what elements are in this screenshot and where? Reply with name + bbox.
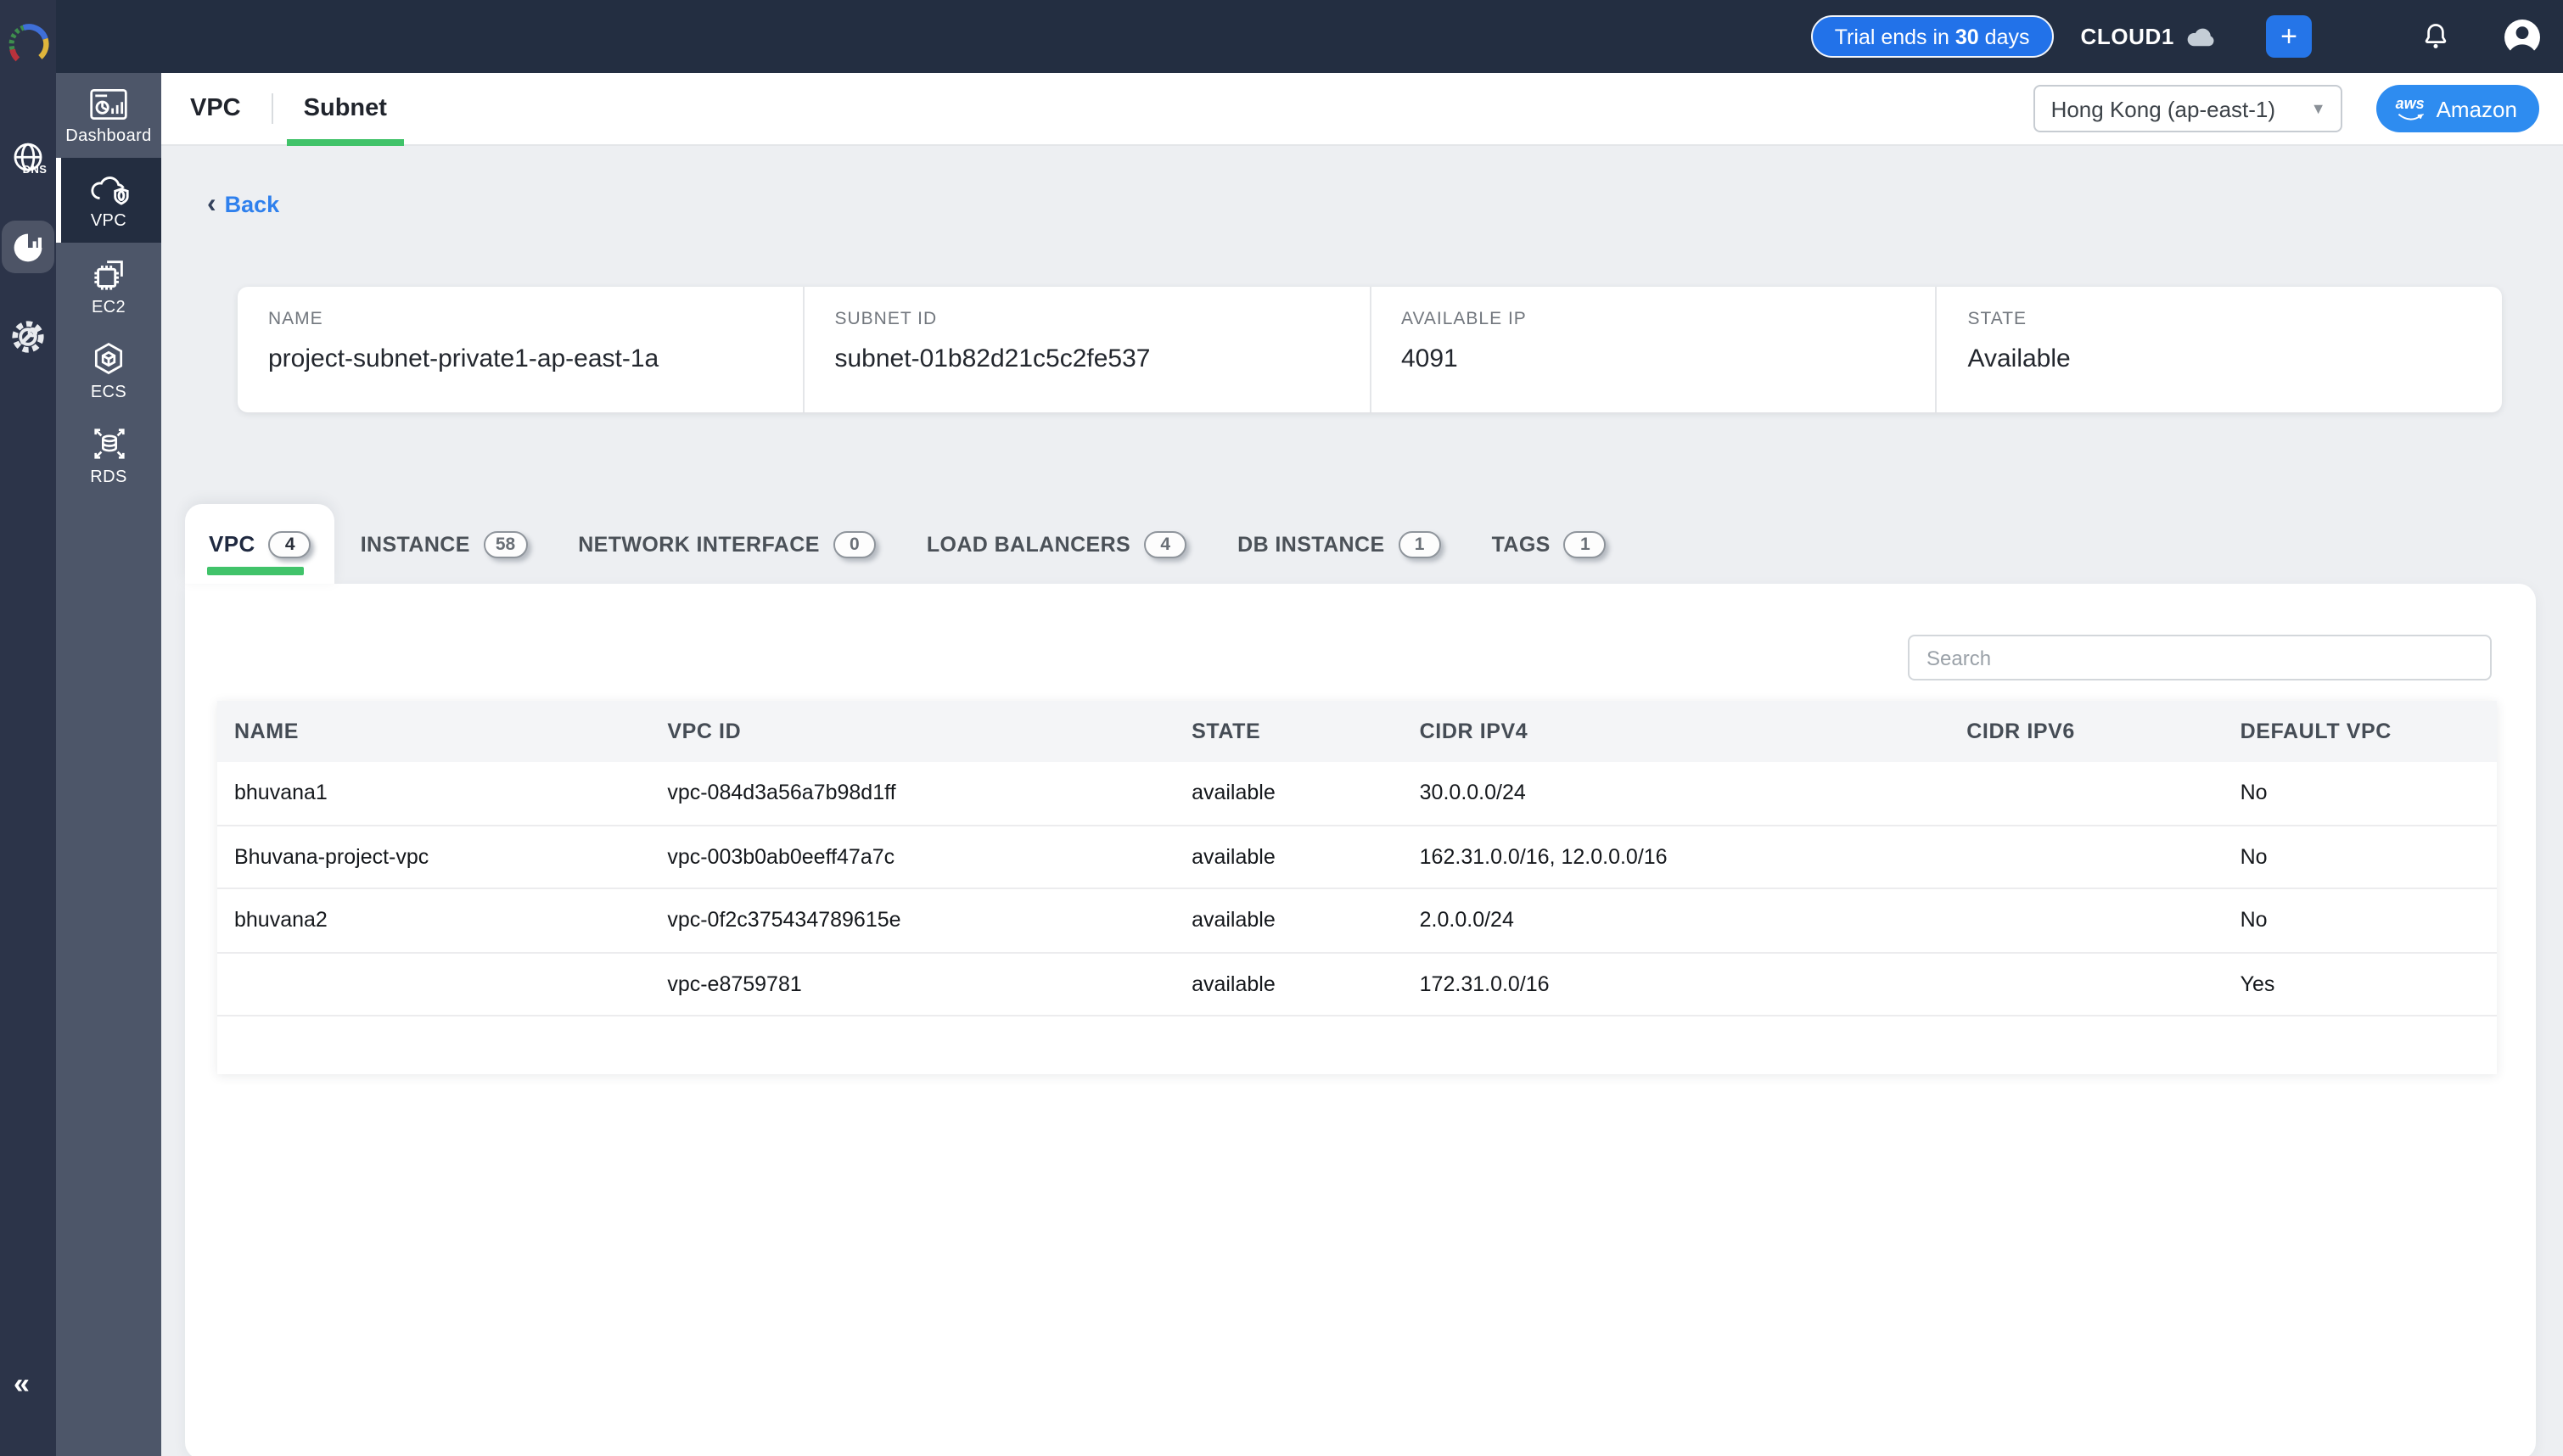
- pie-chart-icon: [11, 230, 45, 264]
- count-badge: 58: [484, 530, 527, 557]
- main-area: VPC Subnet Hong Kong (ap-east-1) ▼ aws A…: [161, 73, 2563, 1456]
- topbar: Trial ends in 30 days CLOUD1 +: [0, 0, 2563, 73]
- sidebar-item-ecs[interactable]: ECS: [56, 328, 161, 412]
- left-rail: DNS «: [0, 0, 56, 1456]
- analytics-nav-item[interactable]: [2, 221, 54, 273]
- provider-amazon-button[interactable]: aws Amazon: [2377, 85, 2539, 132]
- sidebar-item-rds[interactable]: RDS: [56, 412, 161, 497]
- tab-chip-load-balancers[interactable]: LOAD BALANCERS 4: [901, 504, 1212, 584]
- sidebar-item-dashboard[interactable]: Dashboard: [56, 73, 161, 158]
- region-value: Hong Kong (ap-east-1): [2051, 96, 2276, 121]
- page-header: VPC Subnet Hong Kong (ap-east-1) ▼ aws A…: [161, 73, 2563, 146]
- count-badge: 1: [1399, 530, 1441, 557]
- summary-field-subnet-id: SUBNET ID subnet-01b82d21c5c2fe537: [803, 287, 1370, 412]
- trial-badge[interactable]: Trial ends in 30 days: [1811, 15, 2054, 58]
- summary-field-state: STATE Available: [1936, 287, 2503, 412]
- tab-panel: NAME VPC ID STATE CIDR IPV4 CIDR IPV6 DE…: [185, 584, 2536, 1456]
- settings-nav-item[interactable]: [8, 317, 48, 356]
- chevron-down-icon: ▼: [2311, 100, 2326, 117]
- tab-chip-db-instance[interactable]: DB INSTANCE 1: [1212, 504, 1466, 584]
- tab-vpc[interactable]: VPC: [183, 72, 248, 145]
- table-row[interactable]: bhuvana1 vpc-084d3a56a7b98d1ff available…: [217, 762, 2497, 826]
- ecs-hexagon-icon: [90, 339, 127, 378]
- dashboard-icon: [88, 86, 129, 121]
- summary-field-name: NAME project-subnet-private1-ap-east-1a: [238, 287, 803, 412]
- aws-logo-icon: aws: [2396, 96, 2425, 121]
- tab-chip-vpc[interactable]: VPC 4: [185, 504, 335, 584]
- cloud-icon: [2186, 26, 2215, 47]
- dns-nav-item[interactable]: DNS: [9, 141, 48, 176]
- summary-field-available-ip: AVAILABLE IP 4091: [1369, 287, 1936, 412]
- notifications-bell-icon[interactable]: [2420, 20, 2451, 53]
- sidebar: Dashboard VPC EC2: [56, 73, 161, 1456]
- tab-chip-tags[interactable]: TAGS 1: [1467, 504, 1632, 584]
- tab-subnet[interactable]: Subnet: [297, 72, 394, 145]
- subnet-summary-card: NAME project-subnet-private1-ap-east-1a …: [238, 287, 2502, 412]
- add-button[interactable]: +: [2266, 15, 2312, 58]
- provider-label: Amazon: [2437, 96, 2517, 121]
- gear-wrench-icon: [8, 317, 48, 356]
- content: ‹ Back NAME project-subnet-private1-ap-e…: [161, 146, 2563, 1456]
- chevron-left-icon: ‹: [207, 193, 216, 216]
- table-header-row: NAME VPC ID STATE CIDR IPV4 CIDR IPV6 DE…: [217, 701, 2497, 762]
- trial-days: 30: [1955, 25, 1979, 48]
- region-select[interactable]: Hong Kong (ap-east-1) ▼: [2034, 85, 2343, 132]
- vpc-table: NAME VPC ID STATE CIDR IPV4 CIDR IPV6 DE…: [217, 701, 2497, 1074]
- app-logo[interactable]: [5, 20, 53, 68]
- org-name[interactable]: CLOUD1: [2081, 24, 2216, 49]
- tab-chip-instance[interactable]: INSTANCE 58: [335, 504, 553, 584]
- table-row[interactable]: bhuvana2 vpc-0f2c375434789615e available…: [217, 889, 2497, 953]
- table-row[interactable]: Bhuvana-project-vpc vpc-003b0ab0eeff47a7…: [217, 826, 2497, 889]
- dns-label: DNS: [23, 165, 48, 176]
- sidebar-item-vpc[interactable]: VPC: [56, 158, 161, 243]
- rds-database-icon: [89, 423, 128, 462]
- collapse-sidebar-button[interactable]: «: [14, 1368, 30, 1402]
- trial-text: Trial ends in: [1835, 25, 1955, 48]
- count-badge: 4: [1144, 530, 1186, 557]
- count-badge: 1: [1564, 530, 1607, 557]
- tab-divider: [272, 93, 273, 124]
- ec2-chip-icon: [89, 254, 128, 293]
- sidebar-item-ec2[interactable]: EC2: [56, 243, 161, 328]
- tab-chip-network-interface[interactable]: NETWORK INTERFACE 0: [552, 504, 901, 584]
- search-input[interactable]: [1908, 635, 2492, 680]
- app-window: Trial ends in 30 days CLOUD1 +: [0, 0, 2563, 1456]
- table-row[interactable]: vpc-e8759781 available 172.31.0.0/16 Yes: [217, 953, 2497, 1016]
- back-link[interactable]: ‹ Back: [207, 192, 279, 217]
- resource-tabs: VPC 4 INSTANCE 58 NETWORK INTERFACE 0 LO…: [185, 504, 2563, 584]
- vpc-cloud-shield-icon: [86, 171, 132, 206]
- user-avatar[interactable]: [2504, 18, 2541, 55]
- count-badge: 0: [833, 530, 876, 557]
- count-badge: 4: [269, 530, 311, 557]
